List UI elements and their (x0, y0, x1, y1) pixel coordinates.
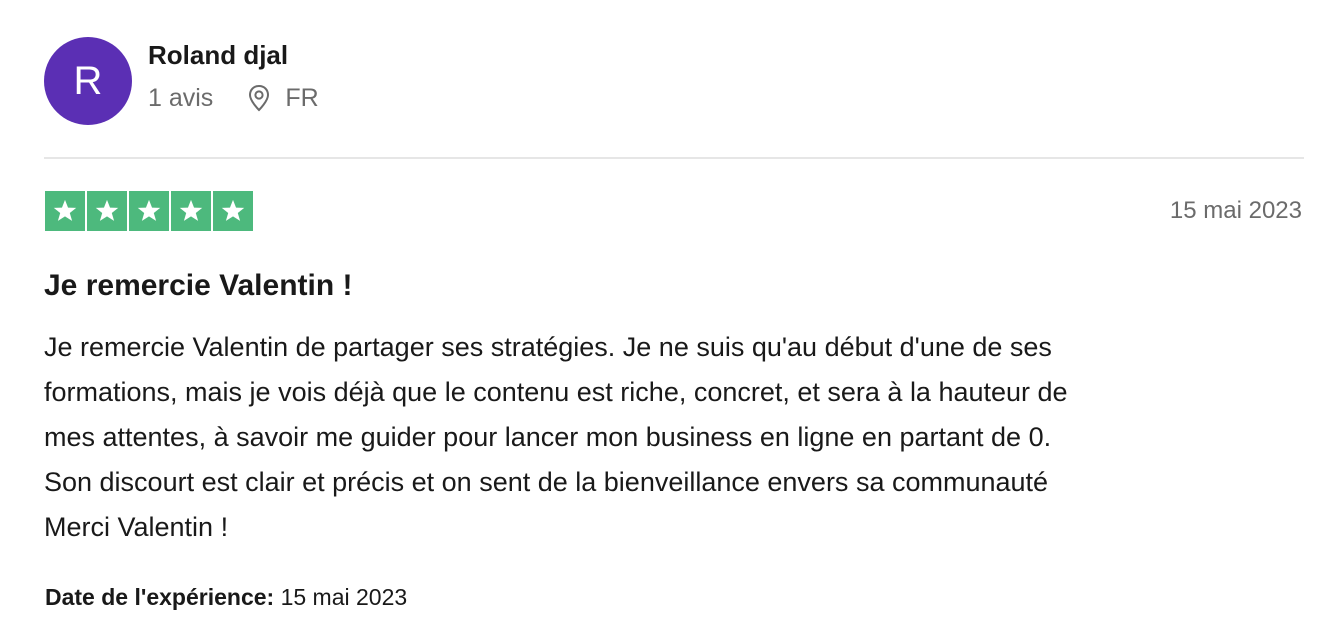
consumer-details: Roland djal 1 avis FR (148, 40, 319, 113)
consumer-name[interactable]: Roland djal (148, 39, 319, 71)
consumer-info: R Roland djal 1 avis FR (44, 36, 1304, 126)
experience-date-value: 15 mai 2023 (280, 584, 408, 610)
star-icon (137, 199, 161, 221)
experience-label: Date de l'expérience: (45, 584, 275, 610)
star-box (45, 191, 85, 231)
divider (44, 157, 1304, 159)
star-icon (95, 199, 119, 221)
avatar-initial: R (73, 58, 103, 103)
review-text-line: Je remercie Valentin de partager ses str… (44, 332, 1052, 362)
star-icon (53, 199, 77, 221)
star-box (87, 191, 127, 231)
star-rating (45, 191, 253, 231)
review-card: R Roland djal 1 avis FR 15 mai 2023 Je r… (44, 36, 1304, 610)
star-icon (221, 199, 245, 221)
avatar[interactable]: R (44, 37, 132, 125)
star-box (171, 191, 211, 231)
star-icon (179, 199, 203, 221)
location: FR (247, 83, 319, 113)
review-text-line: formations, mais je vois déjà que le con… (44, 377, 1068, 407)
location-pin-icon (247, 84, 271, 112)
star-box (213, 191, 253, 231)
country: FR (285, 84, 319, 112)
review-text-line: mes attentes, à savoir me guider pour la… (44, 422, 1052, 452)
review-title[interactable]: Je remercie Valentin ! (44, 268, 353, 304)
review-date: 15 mai 2023 (1169, 197, 1302, 224)
review-text-line: Son discourt est clair et précis et on s… (44, 467, 1049, 497)
consumer-meta: 1 avis FR (148, 83, 319, 113)
experience-date: Date de l'expérience: 15 mai 2023 (45, 584, 407, 611)
rating-row: 15 mai 2023 (44, 191, 1304, 231)
review-count: 1 avis (148, 84, 214, 112)
review-text: Je remercie Valentin de partager ses str… (44, 325, 1306, 550)
star-box (129, 191, 169, 231)
review-text-line: Merci Valentin ! (44, 512, 229, 542)
